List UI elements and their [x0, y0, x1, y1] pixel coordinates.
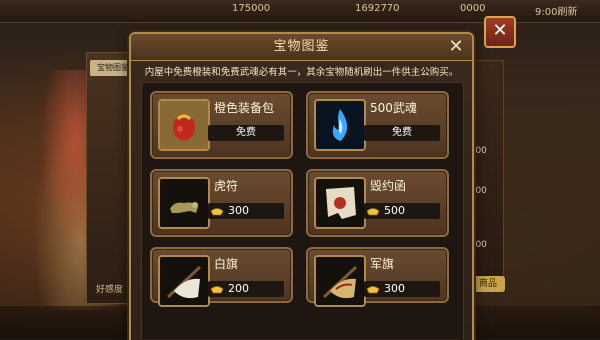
- treasure-card[interactable]: 虎符 300: [150, 169, 293, 237]
- treasure-price: 300: [384, 282, 405, 295]
- treasure-price: 200: [228, 282, 249, 295]
- treasure-card[interactable]: 500武魂 免费: [306, 91, 449, 159]
- treasure-name: 白旗: [214, 257, 239, 271]
- resource-value: 175000: [232, 3, 271, 14]
- treasure-price: 300: [228, 204, 249, 217]
- torn-letter-icon: [314, 177, 366, 229]
- treasure-name: 军旗: [370, 257, 395, 271]
- red-treasure-bag-icon: [158, 99, 210, 151]
- gold-ingot-icon: [366, 286, 380, 294]
- affinity-label: 好感度: [96, 285, 124, 295]
- gold-ingot-icon: [210, 286, 224, 294]
- treasure-price: 500: [384, 204, 405, 217]
- tiger-tally-icon: [158, 177, 210, 229]
- treasure-card[interactable]: 橙色装备包 免费: [150, 91, 293, 159]
- treasure-price: 免费: [392, 127, 412, 138]
- treasure-price: 免费: [236, 127, 256, 138]
- white-flag-icon: [158, 255, 210, 307]
- dialog-title: 宝物图鉴: [273, 39, 330, 54]
- resource-value: 0000: [460, 3, 486, 14]
- treasure-name: 虎符: [214, 179, 239, 193]
- treasure-catalog-dialog: 宝物图鉴 ✕ 内屋中免费橙装和免费武魂必有其一，其余宝物随机刷出一件供主公购买。…: [129, 32, 474, 340]
- treasure-card[interactable]: 毁约函 500: [306, 169, 449, 237]
- gold-ingot-icon: [210, 208, 224, 216]
- close-icon[interactable]: ✕: [445, 37, 467, 57]
- treasure-list[interactable]: 橙色装备包 免费 500武魂 免费 虎符 300 毁约函 500 白旗 200 …: [141, 82, 464, 339]
- background-close-icon[interactable]: ✕: [484, 16, 516, 48]
- blue-soul-flame-icon: [314, 99, 366, 151]
- resource-value: 1692770: [355, 3, 400, 14]
- treasure-card[interactable]: 白旗 200: [150, 247, 293, 307]
- dialog-notice: 内屋中免费橙装和免费武魂必有其一，其余宝物随机刷出一件供主公购买。: [144, 67, 459, 78]
- treasure-card[interactable]: 军旗 300: [306, 247, 449, 307]
- treasure-name: 毁约函: [370, 179, 407, 193]
- treasure-name: 500武魂: [370, 101, 417, 115]
- treasure-name: 橙色装备包: [214, 101, 275, 115]
- shop-button[interactable]: 商品: [471, 276, 505, 292]
- gold-ingot-icon: [366, 208, 380, 216]
- army-flag-icon: [314, 255, 366, 307]
- refresh-time: 9:00刷新: [535, 7, 578, 18]
